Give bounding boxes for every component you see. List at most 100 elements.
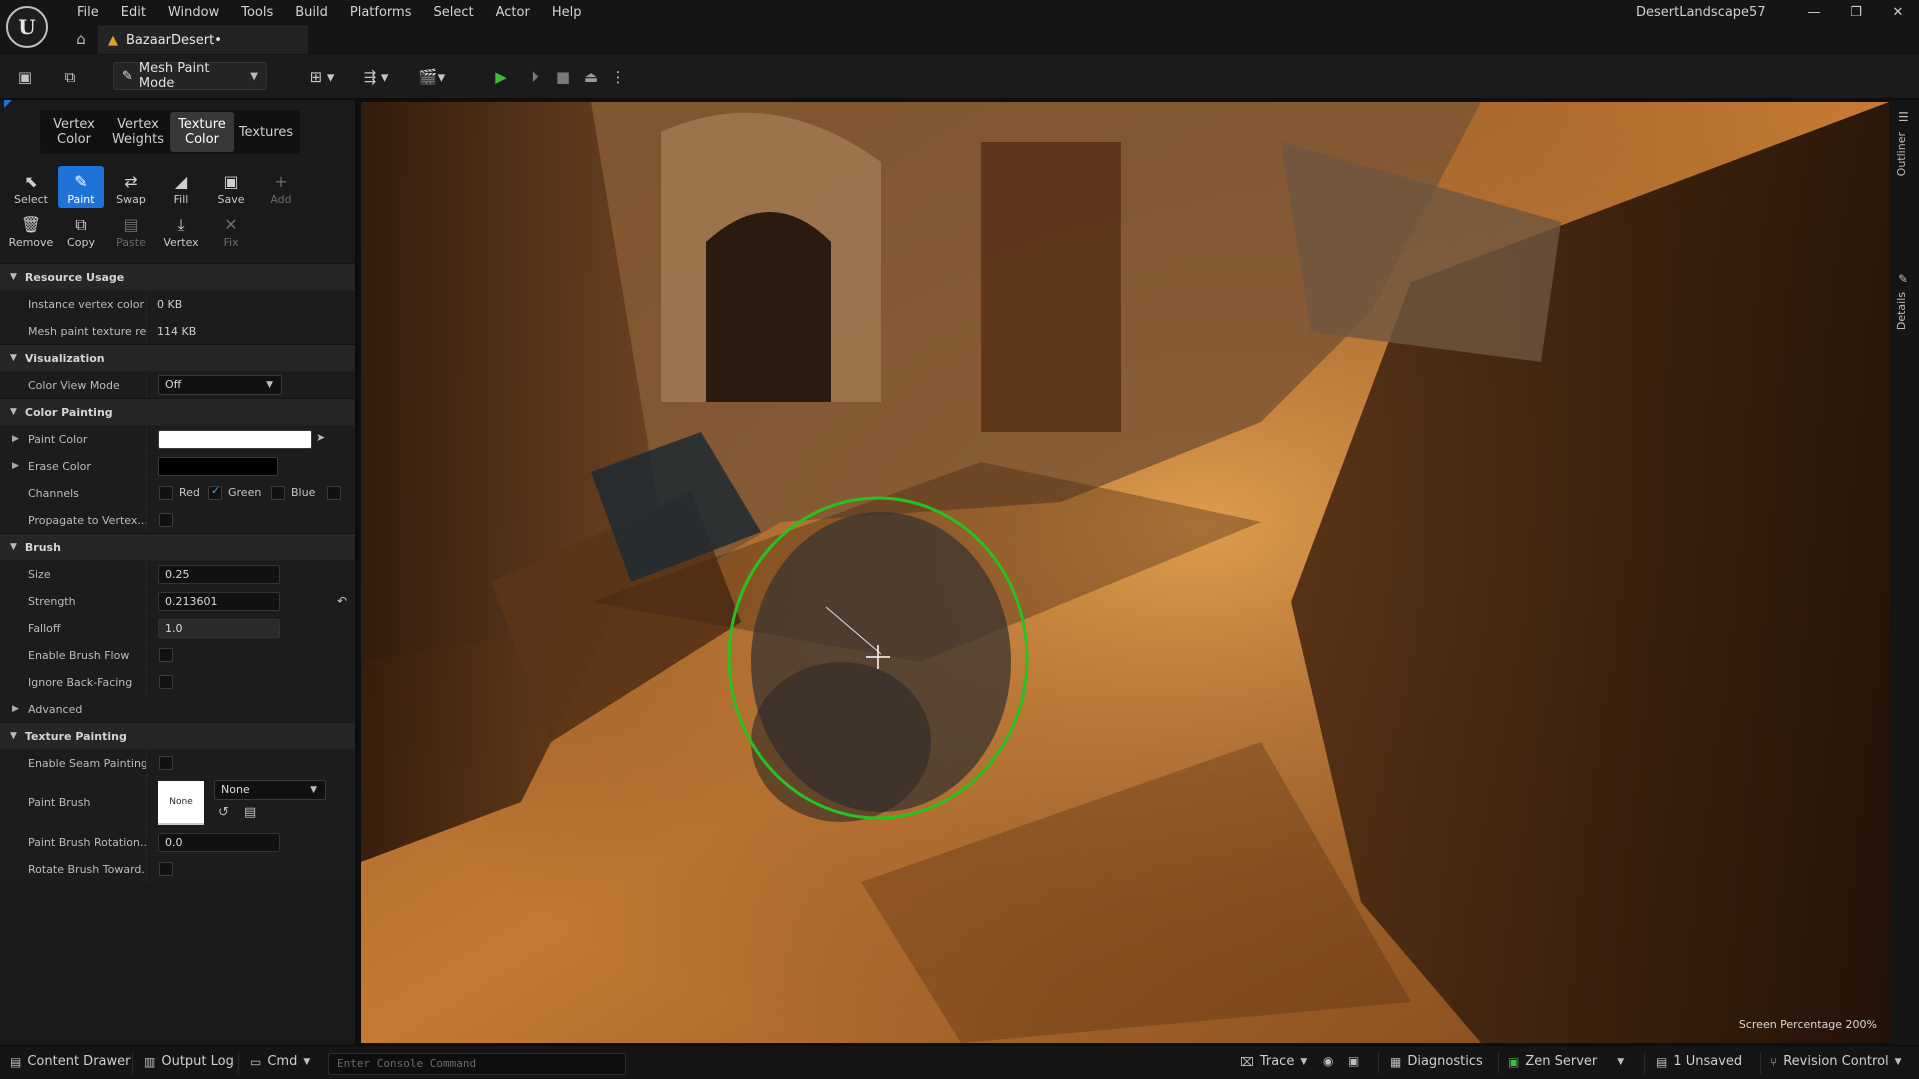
level-viewport[interactable]: Screen Percentage 200%: [361, 102, 1889, 1043]
play-icon[interactable]: ▶: [490, 65, 512, 89]
tool-select-button[interactable]: ⬉ Select: [8, 166, 54, 208]
menu-select[interactable]: Select: [423, 2, 485, 24]
add-actor-icon[interactable]: ⊞ ▾: [302, 65, 342, 89]
paint-color-swatch[interactable]: [158, 430, 312, 449]
vertex-icon: ⤓: [177, 215, 185, 234]
brush-rotation-input[interactable]: 0.0: [158, 833, 280, 852]
menu-actor[interactable]: Actor: [485, 2, 541, 24]
brush-size-input[interactable]: 0.25: [158, 565, 280, 584]
tool-remove-button[interactable]: 🗑 Remove: [8, 209, 54, 251]
screenshot-button[interactable]: ▣: [1348, 1054, 1359, 1068]
tool-fix-button[interactable]: ✕ Fix: [208, 209, 254, 251]
diagnostics-button[interactable]: ▦ Diagnostics: [1390, 1054, 1483, 1069]
restore-button[interactable]: ❐: [1835, 0, 1877, 24]
copy-icon: ⧉: [75, 215, 87, 234]
color-view-mode-dropdown[interactable]: Off ▼: [158, 375, 282, 395]
browse-content-icon[interactable]: ⧉: [58, 65, 82, 89]
channel-label: Blue: [291, 486, 316, 499]
tab-vertex-color[interactable]: Vertex Color: [42, 112, 106, 152]
tool-save-button[interactable]: ▣ Save: [208, 166, 254, 208]
tool-add-button[interactable]: + Add: [258, 166, 304, 208]
console-command-input[interactable]: Enter Console Command: [328, 1053, 626, 1075]
chevron-down-icon: ▼: [310, 785, 317, 795]
rotate-toward-checkbox[interactable]: [159, 862, 173, 876]
tool-fill-button[interactable]: ◢ Fill: [158, 166, 204, 208]
outliner-tab[interactable]: Outliner: [1895, 132, 1908, 176]
more-options-icon[interactable]: ⋮: [611, 65, 626, 89]
details-icon[interactable]: ✎: [1898, 272, 1908, 286]
level-tab[interactable]: ▲ BazaarDesert•: [98, 26, 308, 54]
section-texture-painting[interactable]: ▼ Texture Painting: [0, 722, 355, 749]
stop-icon[interactable]: ■: [552, 65, 574, 89]
section-brush[interactable]: ▼ Brush: [0, 533, 355, 560]
content-drawer-button[interactable]: ▤ Content Drawer: [10, 1054, 130, 1069]
paint-brush-dropdown[interactable]: None ▼: [214, 780, 326, 800]
output-log-button[interactable]: ▥ Output Log: [144, 1054, 234, 1069]
tab-textures[interactable]: Textures: [234, 112, 298, 152]
unsaved-button[interactable]: ▤ 1 Unsaved: [1656, 1054, 1742, 1069]
revision-control-dropdown[interactable]: ⑂ Revision Control ▼: [1770, 1054, 1902, 1069]
cinematics-icon[interactable]: 🎬▾: [412, 65, 452, 89]
menu-tools[interactable]: Tools: [230, 2, 284, 24]
home-icon[interactable]: ⌂: [72, 30, 90, 48]
channel-blue-checkbox[interactable]: [271, 486, 285, 500]
minimize-button[interactable]: —: [1793, 0, 1835, 24]
expand-arrow-icon[interactable]: ▶: [12, 704, 19, 714]
channel-green-checkbox[interactable]: [208, 484, 222, 500]
menu-build[interactable]: Build: [284, 2, 339, 24]
reset-to-default-icon[interactable]: ↶: [337, 594, 347, 608]
trace-dropdown[interactable]: ⌧ Trace ▼: [1240, 1054, 1307, 1069]
section-resource-usage[interactable]: ▼ Resource Usage: [0, 263, 355, 290]
close-button[interactable]: ✕: [1877, 0, 1919, 24]
use-selected-asset-icon[interactable]: ↺: [218, 805, 229, 820]
save-all-icon[interactable]: ▣: [14, 65, 36, 89]
skip-frame-icon[interactable]: ⏵: [524, 65, 546, 89]
property-value: 0 KB: [157, 297, 183, 311]
property-label: Ignore Back-Facing: [28, 675, 133, 689]
tool-vertex-button[interactable]: ⤓ Vertex: [158, 209, 204, 251]
tab-texture-color[interactable]: Texture Color: [170, 112, 234, 152]
erase-color-swatch[interactable]: [158, 457, 278, 476]
tool-copy-button[interactable]: ⧉ Copy: [58, 209, 104, 251]
row-paint-brush: Paint Brush None None ▼ ↺ ▤: [0, 776, 355, 828]
brush-flow-checkbox[interactable]: [159, 648, 173, 662]
seam-painting-checkbox[interactable]: [159, 756, 173, 770]
diagnostics-label: Diagnostics: [1407, 1054, 1483, 1069]
menu-help[interactable]: Help: [541, 2, 593, 24]
mode-selector-dropdown[interactable]: ✎ Mesh Paint Mode ▼: [113, 61, 267, 91]
cursor-icon: ⬉: [24, 172, 38, 191]
record-button[interactable]: ◉: [1323, 1054, 1333, 1068]
eyedropper-icon[interactable]: ➤: [316, 431, 325, 444]
menu-edit[interactable]: Edit: [110, 2, 157, 24]
brush-falloff-input[interactable]: 1.0: [158, 619, 280, 638]
outliner-icon[interactable]: ☰: [1898, 110, 1909, 124]
channel-alpha-checkbox[interactable]: [327, 486, 341, 500]
section-color-painting[interactable]: ▼ Color Painting: [0, 398, 355, 425]
cmd-dropdown[interactable]: ▭ Cmd ▼: [250, 1054, 310, 1069]
tool-paste-button[interactable]: ▤ Paste: [108, 209, 154, 251]
browse-asset-icon[interactable]: ▤: [244, 805, 256, 820]
zen-server-dropdown[interactable]: ▣ Zen Server ▼: [1508, 1054, 1624, 1069]
row-advanced[interactable]: ▶ Advanced: [0, 695, 355, 722]
expand-arrow-icon[interactable]: ▶: [12, 434, 19, 444]
paint-brush-thumbnail[interactable]: None: [158, 781, 204, 825]
column-divider: [146, 588, 147, 614]
row-enable-seam-painting: Enable Seam Painting: [0, 749, 355, 776]
details-tab[interactable]: Details: [1895, 292, 1908, 330]
tab-vertex-weights[interactable]: Vertex Weights: [106, 112, 170, 152]
propagate-checkbox[interactable]: [159, 513, 173, 527]
eject-icon[interactable]: ⏏: [580, 65, 602, 89]
unreal-logo-icon[interactable]: U: [6, 6, 48, 48]
brush-strength-input[interactable]: 0.213601: [158, 592, 280, 611]
menu-window[interactable]: Window: [157, 2, 230, 24]
channel-red-checkbox[interactable]: [159, 486, 173, 500]
chevron-down-icon: ▼: [250, 70, 258, 82]
menu-platforms[interactable]: Platforms: [339, 2, 423, 24]
expand-arrow-icon[interactable]: ▶: [12, 461, 19, 471]
tool-paint-button[interactable]: ✎ Paint: [58, 166, 104, 208]
menu-file[interactable]: File: [66, 2, 110, 24]
section-visualization[interactable]: ▼ Visualization: [0, 344, 355, 371]
tool-swap-button[interactable]: ⇄ Swap: [108, 166, 154, 208]
blueprint-icon[interactable]: ⇶ ▾: [356, 65, 396, 89]
backfacing-checkbox[interactable]: [159, 675, 173, 689]
